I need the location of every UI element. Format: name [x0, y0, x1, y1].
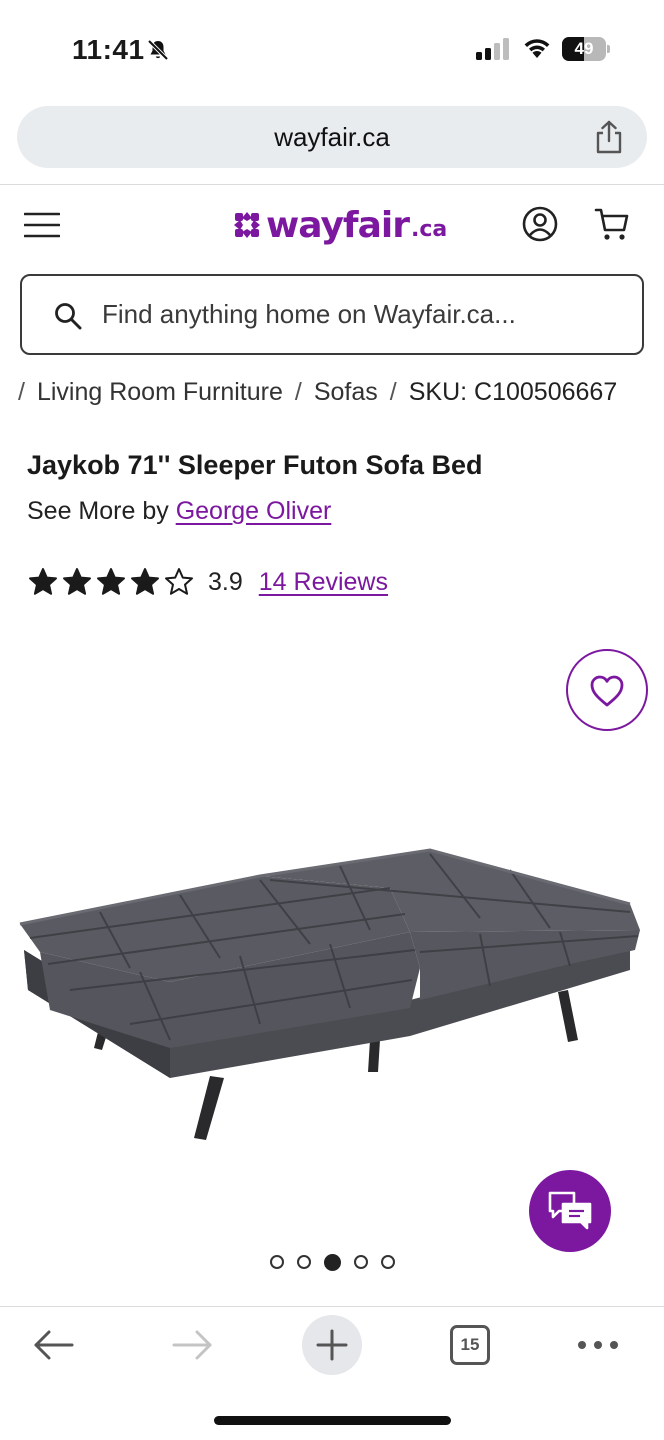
rating-value: 3.9 [208, 567, 243, 596]
star-empty-icon [165, 568, 193, 595]
signal-icon [476, 38, 509, 60]
carousel-dot[interactable] [354, 1255, 368, 1269]
tabs-button[interactable]: 15 [450, 1325, 490, 1365]
status-time: 11:41 [72, 34, 145, 65]
breadcrumb-separator: / [389, 377, 397, 406]
breadcrumb-separator: / [294, 377, 302, 406]
see-more-by: See More by George Oliver [27, 497, 331, 526]
battery-icon: 49 [562, 37, 610, 61]
account-icon[interactable] [522, 206, 558, 242]
status-bar: 11:41 49 [0, 0, 664, 100]
address-bar[interactable]: wayfair.ca [17, 106, 647, 168]
divider [0, 184, 664, 185]
breadcrumb: / Living Room Furniture / Sofas / SKU: C… [18, 374, 617, 410]
plus-icon [316, 1329, 348, 1361]
star-filled-icon [63, 568, 91, 595]
favorite-button[interactable] [566, 649, 648, 731]
product-rating[interactable]: 3.9 14 Reviews [28, 562, 388, 602]
star-filled-icon [97, 568, 125, 595]
rating-stars [28, 567, 198, 597]
star-filled-icon [29, 568, 57, 595]
carousel-dot[interactable] [297, 1255, 311, 1269]
battery-level: 49 [574, 39, 594, 58]
url-text[interactable]: wayfair.ca [17, 106, 647, 168]
carousel-dot[interactable] [381, 1255, 395, 1269]
logo-tld: .ca [410, 216, 448, 242]
cart-icon[interactable] [594, 206, 630, 242]
chat-button[interactable] [529, 1170, 611, 1252]
reviews-link[interactable]: 14 Reviews [259, 568, 388, 597]
product-title: Jaykob 71'' Sleeper Futon Sofa Bed [27, 450, 483, 480]
see-more-prefix: See More by [27, 497, 176, 525]
menu-icon[interactable] [24, 210, 60, 240]
search-icon [55, 303, 82, 330]
breadcrumb-separator: / [18, 377, 25, 406]
tabs-count: 15 [460, 1335, 480, 1354]
wayfair-pinwheel-icon [234, 212, 260, 238]
breadcrumb-sofas[interactable]: Sofas [314, 378, 378, 407]
star-filled-icon [131, 568, 159, 595]
new-tab-button[interactable] [302, 1315, 362, 1375]
brand-link[interactable]: George Oliver [176, 497, 332, 525]
carousel-dots [270, 1253, 408, 1271]
breadcrumb-living-room-furniture[interactable]: Living Room Furniture [37, 378, 283, 407]
heart-icon [590, 675, 624, 707]
forward-icon[interactable] [172, 1328, 214, 1362]
search-input[interactable] [102, 276, 622, 353]
more-icon[interactable] [577, 1336, 619, 1354]
wayfair-logo[interactable]: wayfair .ca [232, 200, 447, 250]
product-image[interactable] [10, 840, 650, 1150]
chat-icon [548, 1191, 592, 1230]
bell-slash-icon [147, 39, 169, 61]
carousel-dot[interactable] [324, 1253, 341, 1271]
share-icon[interactable] [593, 120, 625, 154]
search-box[interactable] [20, 274, 644, 355]
breadcrumb-sku: SKU: C100506667 [408, 377, 618, 406]
home-indicator [214, 1416, 451, 1425]
divider [0, 1306, 664, 1307]
wifi-icon [524, 39, 550, 58]
carousel-dot[interactable] [270, 1255, 284, 1269]
logo-text: wayfair [266, 204, 410, 246]
back-icon[interactable] [32, 1328, 74, 1362]
